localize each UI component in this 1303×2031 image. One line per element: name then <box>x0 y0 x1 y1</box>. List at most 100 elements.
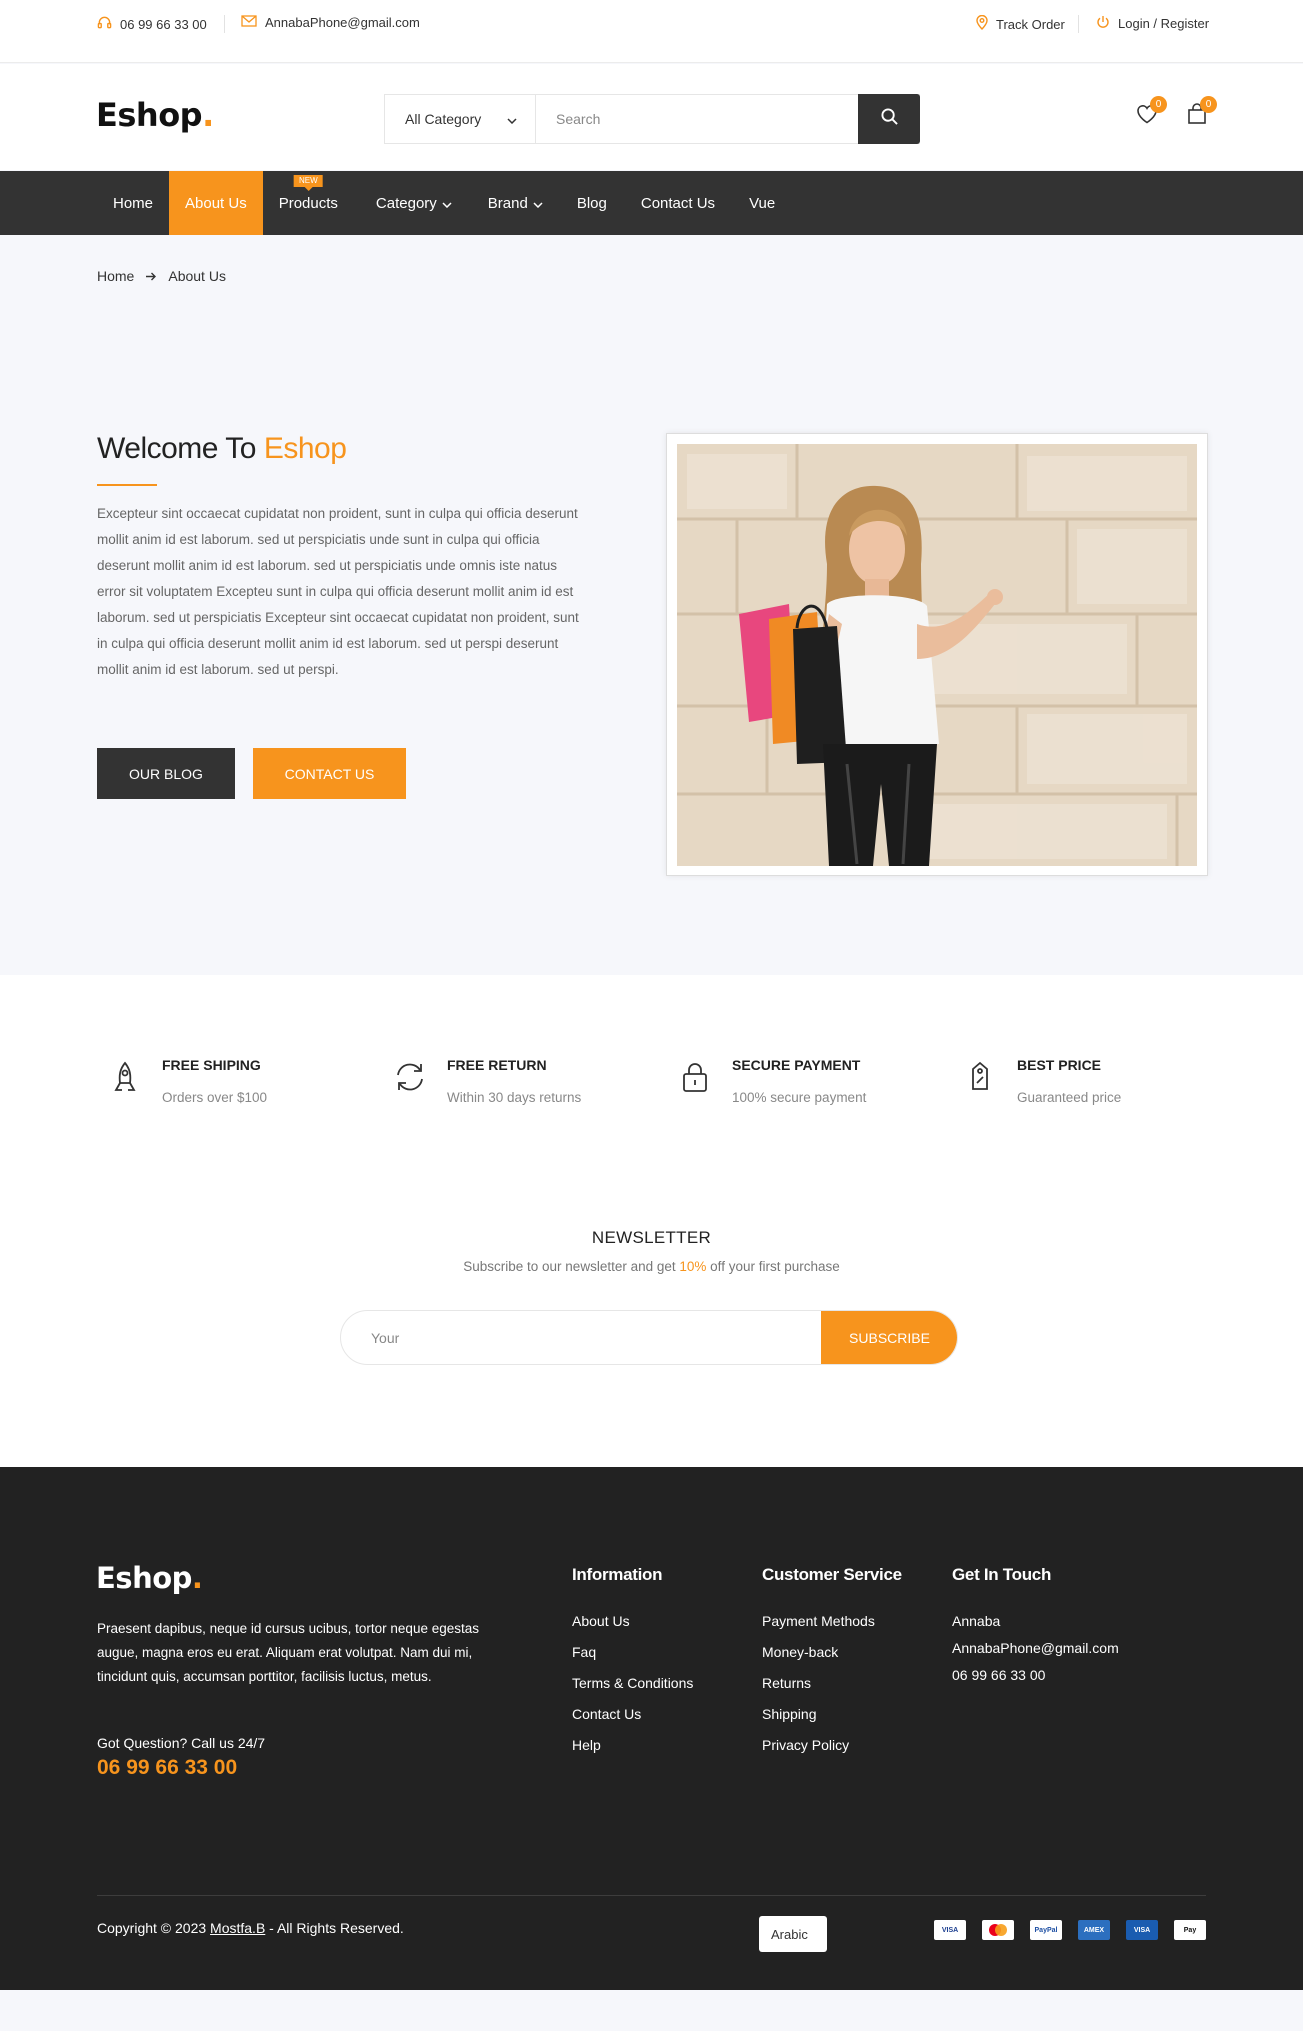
bottom-strip <box>0 1990 1303 2031</box>
envelope-icon <box>241 15 257 30</box>
language-select-value: Arabic <box>771 1926 808 1942</box>
service-item: Best Price Guaranteed price <box>952 1057 1212 1117</box>
track-order-link[interactable]: Track Order <box>976 14 1065 33</box>
footer-link-help[interactable]: Help <box>572 1736 693 1767</box>
top-bar: 06 99 66 33 00 AnnabaPhone@gmail.com Tra… <box>0 0 1303 63</box>
footer-link-returns[interactable]: Returns <box>762 1674 902 1705</box>
map-pin-icon <box>976 14 988 33</box>
footer-column-title: Information <box>572 1565 663 1584</box>
about-section: Welcome To Eshop Excepteur sint occaecat… <box>0 335 1303 975</box>
new-badge: NEW <box>293 175 323 191</box>
breadcrumb-current: About Us <box>168 268 226 284</box>
search-bar: All Category <box>384 94 920 144</box>
arrow-right-icon <box>146 268 157 284</box>
newsletter-title: NEWSLETTER <box>591 1228 712 1247</box>
footer: Eshop. Praesent dapibus, neque id cursus… <box>0 1467 1303 1990</box>
footer-logo[interactable]: Eshop. <box>96 1561 203 1595</box>
nav-item-contact-us[interactable]: Contact Us <box>623 171 731 235</box>
our-blog-button[interactable]: OUR BLOG <box>97 748 235 799</box>
footer-logo-dot: . <box>191 1561 203 1595</box>
search-input[interactable] <box>536 95 858 143</box>
nav-item-vue[interactable]: Vue <box>731 171 791 235</box>
title-underline <box>97 484 157 486</box>
newsletter-sub-text: off your first purchase <box>706 1259 840 1274</box>
topbar-email[interactable]: AnnabaPhone@gmail.com <box>241 15 420 30</box>
footer-column-title: Get In Touch <box>952 1565 1052 1584</box>
rocket-icon <box>105 1057 145 1097</box>
divider <box>1078 15 1079 33</box>
copyright-text: Copyright © 2023 <box>97 1920 211 1936</box>
footer-link-contact-us[interactable]: Contact Us <box>572 1705 693 1736</box>
chevron-down-icon <box>507 111 517 127</box>
about-image <box>677 444 1197 866</box>
logo[interactable]: Eshop. <box>96 96 214 134</box>
about-title: Welcome To Eshop <box>97 432 347 466</box>
headset-icon <box>97 15 112 33</box>
nav-label: Vue <box>749 194 776 212</box>
footer-information-column: Information About Us Faq Terms & Conditi… <box>572 1565 693 1767</box>
footer-column-title: Customer Service <box>762 1565 902 1584</box>
contact-us-button[interactable]: CONTACT US <box>253 748 406 799</box>
wishlist-count-badge: 0 <box>1150 96 1167 113</box>
nav-item-about-us[interactable]: About Us <box>169 171 263 235</box>
login-register-link[interactable]: Login / Register <box>1096 15 1209 32</box>
search-icon <box>880 108 898 130</box>
newsletter-sub-text: Subscribe to our newsletter and get <box>463 1259 680 1274</box>
chevron-down-icon <box>533 195 543 212</box>
logo-dot: . <box>202 96 214 134</box>
nav-item-brand[interactable]: Brand <box>468 171 559 235</box>
breadcrumb: Home About Us <box>97 268 226 284</box>
about-title-accent: Eshop <box>263 432 347 465</box>
about-body: Excepteur sint occaecat cupidatat non pr… <box>97 506 579 677</box>
footer-link-privacy-policy[interactable]: Privacy Policy <box>762 1736 902 1767</box>
cart-button[interactable]: 0 <box>1183 96 1217 130</box>
nav-item-category[interactable]: Category <box>354 171 468 235</box>
footer-link-about-us[interactable]: About Us <box>572 1612 693 1643</box>
footer-contact-city: Annaba <box>952 1613 1001 1629</box>
service-title: Secure Payment <box>732 1057 861 1073</box>
footer-contact-phone[interactable]: 06 99 66 33 00 <box>952 1666 1119 1693</box>
nav-label: Category <box>375 194 437 212</box>
wishlist-button[interactable]: 0 <box>1133 96 1167 130</box>
language-select[interactable]: Arabic <box>759 1916 827 1952</box>
service-item: Secure Payment 100% secure payment <box>667 1057 927 1117</box>
copyright-text: - All Rights Reserved. <box>265 1920 404 1936</box>
footer-divider <box>97 1895 1206 1896</box>
category-select[interactable]: All Category <box>385 95 536 143</box>
copyright: Copyright © 2023 Mostfa.B - All Rights R… <box>97 1920 404 1936</box>
newsletter-discount: 10% <box>679 1259 707 1274</box>
visa-electron-icon: VISA <box>1126 1920 1158 1940</box>
topbar-phone[interactable]: 06 99 66 33 00 <box>97 15 207 33</box>
footer-link-payment-methods[interactable]: Payment Methods <box>762 1612 902 1643</box>
service-title: Best Price <box>1017 1057 1102 1073</box>
footer-link-shipping[interactable]: Shipping <box>762 1705 902 1736</box>
login-register-label: Login / Register <box>1118 16 1210 31</box>
logo-text: Eshop <box>96 96 203 134</box>
services-section: Free shiping Orders over $100 Free Retur… <box>0 975 1303 1150</box>
footer-link-faq[interactable]: Faq <box>572 1643 693 1674</box>
footer-link-terms[interactable]: Terms & Conditions <box>572 1674 693 1705</box>
breadcrumb-home[interactable]: Home <box>97 268 134 284</box>
nav-item-home[interactable]: Home <box>97 171 169 235</box>
nav-item-blog[interactable]: Blog <box>559 171 623 235</box>
nav-label: About Us <box>185 194 247 212</box>
mastercard-icon <box>982 1920 1014 1940</box>
copyright-author-link[interactable]: Mostfa.B <box>210 1920 265 1936</box>
newsletter-form: SUBSCRIBE <box>340 1310 958 1365</box>
divider <box>224 15 225 33</box>
apple-pay-icon: Pay <box>1174 1920 1206 1940</box>
newsletter-email-input[interactable] <box>341 1311 811 1364</box>
footer-phone[interactable]: 06 99 66 33 00 <box>97 1756 237 1780</box>
power-icon <box>1096 15 1110 32</box>
search-button[interactable] <box>858 94 920 144</box>
subscribe-button[interactable]: SUBSCRIBE <box>821 1311 957 1364</box>
lock-icon <box>675 1057 715 1097</box>
nav-item-products[interactable]: NEW Products <box>263 171 354 235</box>
header: Eshop. All Category 0 0 <box>0 64 1303 170</box>
footer-contact-email[interactable]: AnnabaPhone@gmail.com <box>952 1639 1119 1666</box>
nav-label: Contact Us <box>640 194 716 212</box>
footer-link-money-back[interactable]: Money-back <box>762 1643 902 1674</box>
nav-label: Products <box>278 194 338 212</box>
tag-icon <box>960 1057 1000 1097</box>
about-image-frame <box>666 433 1208 876</box>
